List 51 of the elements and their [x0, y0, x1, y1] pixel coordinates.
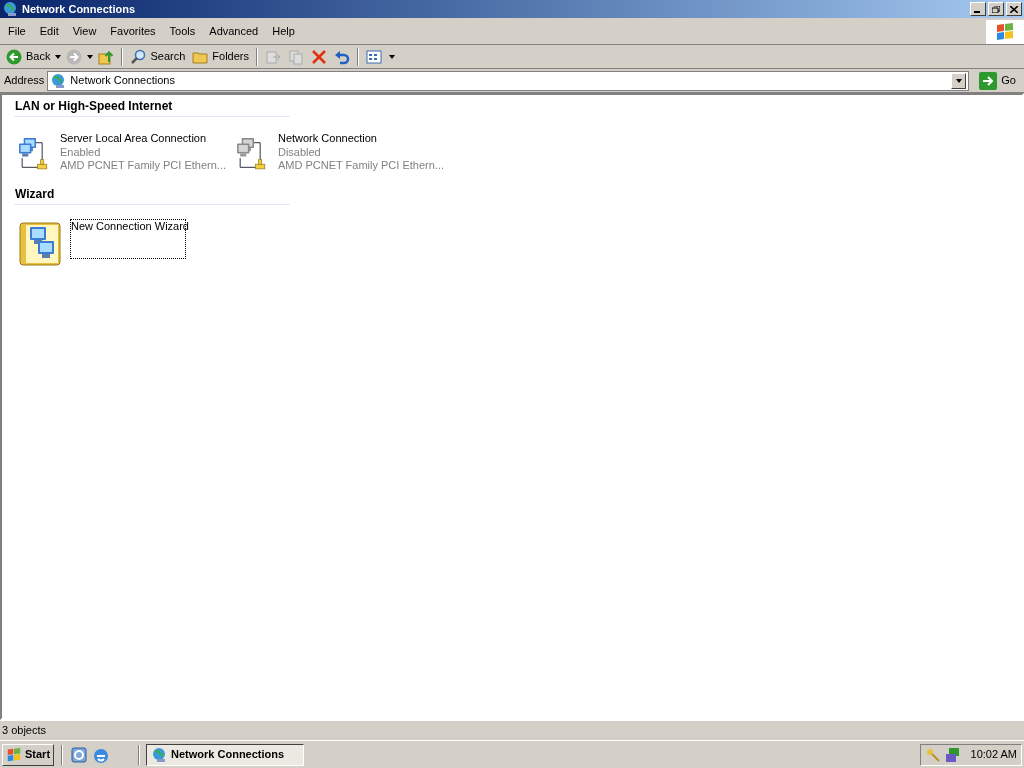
item-device: AMD PCNET Family PCI Ethern...: [58, 159, 226, 172]
windows-flag-icon: [995, 22, 1015, 41]
globe-icon: [151, 746, 168, 763]
item-status: Disabled: [276, 146, 322, 159]
item-device: AMD PCNET Family PCI Ethern...: [276, 159, 444, 172]
windows-flag-icon: [6, 747, 22, 762]
item-name[interactable]: Server Local Area Connection: [58, 131, 226, 146]
views-grid-icon: [366, 48, 384, 65]
address-label: Address: [4, 73, 45, 89]
menu-item[interactable]: View: [66, 23, 103, 40]
item-status: Enabled: [58, 146, 102, 159]
menu-item[interactable]: Edit: [33, 23, 65, 40]
address-field[interactable]: Network Connections: [47, 70, 970, 91]
back-button[interactable]: Back: [4, 46, 53, 67]
menu-item[interactable]: Favorites: [104, 23, 162, 40]
globe-icon: [2, 1, 18, 17]
close-icon: [311, 48, 327, 65]
dropdown-button[interactable]: [951, 72, 967, 89]
close-button[interactable]: [1006, 2, 1022, 16]
menu-item[interactable]: Tools: [163, 23, 202, 40]
caret-icon: [87, 54, 94, 59]
wizard-icon: [16, 219, 64, 267]
minimize-button[interactable]: [970, 2, 986, 16]
quick-launch-icon[interactable]: [70, 745, 89, 764]
search-button[interactable]: Search: [128, 46, 188, 67]
menu-item[interactable]: File: [2, 23, 32, 40]
caret-icon: [955, 78, 962, 83]
folders-button[interactable]: Folders: [190, 46, 251, 67]
status-text: 3 objects: [2, 723, 47, 739]
menu-item[interactable]: Advanced: [203, 23, 265, 40]
move-to-icon: [265, 48, 281, 65]
globe-icon: [50, 72, 67, 89]
clock: 10:02 AM: [970, 747, 1017, 763]
restore-button[interactable]: [988, 2, 1004, 16]
network-tray-icon[interactable]: [944, 746, 961, 763]
caret-icon: [55, 54, 62, 59]
item-name[interactable]: New Connection Wizard: [70, 219, 186, 259]
close-icon: [1010, 5, 1018, 13]
start-button[interactable]: Start: [2, 743, 55, 766]
menu-item[interactable]: Help: [266, 23, 301, 40]
window-title: Network Connections: [22, 1, 136, 17]
copy-to-icon: [288, 48, 304, 65]
group-header: Wizard: [14, 185, 290, 205]
restore-icon: [992, 5, 1000, 13]
group-header: LAN or High-Speed Internet: [14, 97, 290, 117]
search-icon: [130, 48, 147, 65]
caret-icon: [389, 54, 395, 59]
taskbar-button[interactable]: Network Connections: [146, 743, 305, 766]
go-button[interactable]: Go: [975, 71, 1020, 90]
undo-arrow-icon: [334, 48, 350, 65]
item-name[interactable]: Network Connection: [276, 131, 444, 146]
